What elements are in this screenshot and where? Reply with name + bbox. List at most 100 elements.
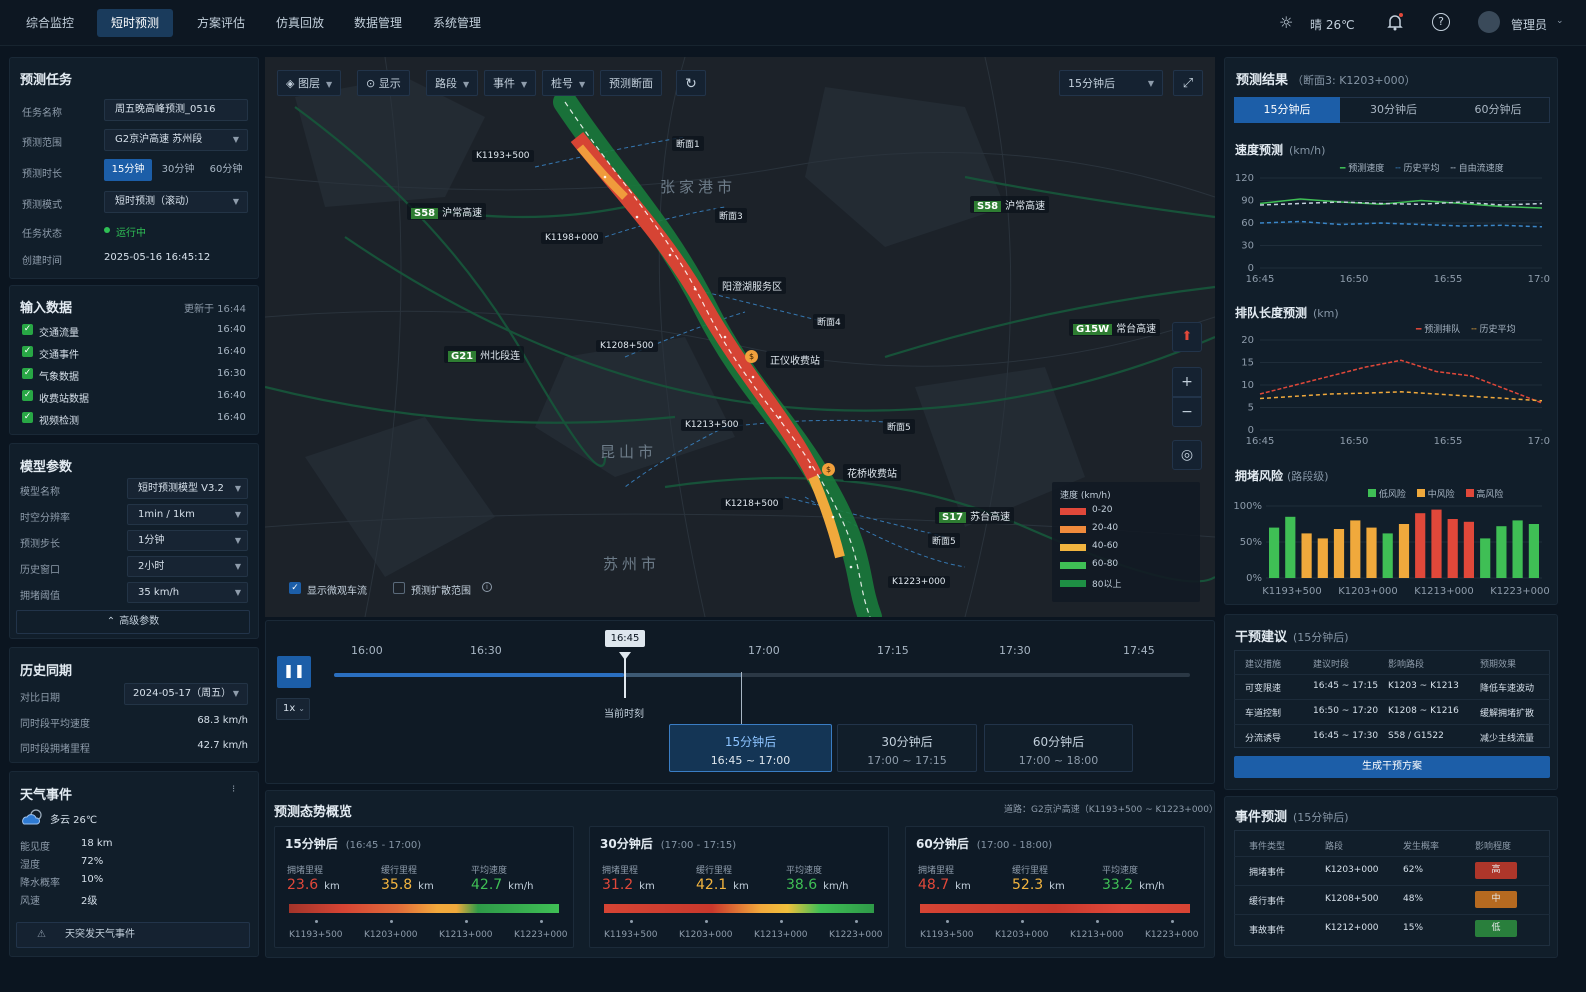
weather-label: 能见度 <box>20 842 50 853</box>
axis-label: K1213+000 <box>1070 930 1124 940</box>
event-type: 缓行事件 <box>1249 897 1286 907</box>
metric-label: 拥堵里程 <box>602 866 639 876</box>
overview-road: 道路：G2京沪高速（K1193+500 ~ K1223+000） <box>1004 805 1219 815</box>
overview-card[interactable]: 60分钟后 (17:00 - 18:00) 拥堵里程 48.7 km 缓行里程 52.3 km… <box>905 826 1205 948</box>
tick-label: 17:00 <box>748 644 780 657</box>
overview-card[interactable]: 30分钟后 (17:00 - 17:15) 拥堵里程 31.2 km 缓行里程 42.1 km… <box>589 826 889 948</box>
input-item-label: 收费站数据 <box>39 394 89 405</box>
bell-icon[interactable] <box>1385 12 1405 32</box>
chevron-down-icon[interactable]: ⌄ <box>1556 16 1564 26</box>
advice-cell: K1208 ~ K1216 <box>1388 706 1459 716</box>
nav-item-data[interactable]: 数据管理 <box>340 9 416 37</box>
poi-label: 花桥收费站 <box>843 464 901 481</box>
model-param-select[interactable]: 短时预测模型 V3.2 ▼ <box>127 478 248 499</box>
x-tick-label: K1223+000 <box>1490 586 1549 597</box>
advice-cell: 车道控制 <box>1245 709 1282 719</box>
history-title: 历史同期 <box>20 664 73 679</box>
history-date-select[interactable]: 2024-05-17（周五） ▼ <box>124 683 248 705</box>
y-tick-label: 30 <box>1241 241 1254 252</box>
model-param-label: 拥堵阈值 <box>20 591 60 602</box>
zoom-out-button[interactable]: − <box>1172 397 1202 427</box>
weather-text: 晴 26℃ <box>1310 18 1355 32</box>
nav-item-overview[interactable]: 综合监控 <box>12 9 88 37</box>
metric-label: 缓行里程 <box>381 866 418 876</box>
task-range-select[interactable]: G2京沪高速 苏州段 ▼ <box>104 129 248 151</box>
nav-item-system[interactable]: 系统管理 <box>419 9 495 37</box>
refresh-icon[interactable]: ↻ <box>676 70 706 96</box>
overview-card[interactable]: 15分钟后 (16:45 - 17:00) 拥堵里程 23.6 km 缓行里程 35.8 km… <box>274 826 574 948</box>
window-15[interactable]: 15分钟后 16:45 ~ 17:00 <box>669 724 832 772</box>
duration-30[interactable]: 30分钟 <box>154 159 202 181</box>
display-button[interactable]: ⊙ 显示 <box>357 70 410 96</box>
result-tab-30[interactable]: 30分钟后 <box>1341 97 1446 123</box>
avatar[interactable] <box>1478 11 1500 33</box>
chevron-down-icon: ▼ <box>234 562 241 571</box>
model-param-label: 历史窗口 <box>20 565 60 576</box>
legend-label: 20-40 <box>1092 523 1119 533</box>
horizon-select[interactable]: 15分钟后 ▼ <box>1059 70 1163 96</box>
locate-icon[interactable]: ◎ <box>1172 440 1202 470</box>
playhead-knob[interactable] <box>619 652 631 660</box>
road-condition-bar <box>289 904 559 913</box>
user-name[interactable]: 管理员 <box>1511 16 1547 33</box>
model-param-select[interactable]: 1分钟 ▼ <box>127 530 248 551</box>
duration-60[interactable]: 60分钟 <box>202 159 250 181</box>
metric-value: 42.7 km/h <box>471 877 534 893</box>
pause-button[interactable]: ❚❚ <box>277 656 311 688</box>
road-filter[interactable]: 路段 ▼ <box>426 70 479 96</box>
input-checkbox[interactable]: ✓ <box>22 324 33 335</box>
tick-label: 16:00 <box>351 644 383 657</box>
speed-legend: 速度 (km/h) 0-20 20-40 40-60 60-80 80以上 <box>1052 482 1200 602</box>
legend-swatch <box>1060 562 1086 569</box>
risk-bar <box>1333 529 1345 578</box>
generate-plan-button[interactable]: 生成干预方案 <box>1234 756 1550 778</box>
layers-button[interactable]: ◈ 图层 ▼ <box>277 70 342 96</box>
stake-filter[interactable]: 桩号 ▼ <box>542 70 595 96</box>
input-checkbox[interactable]: ✓ <box>22 390 33 401</box>
nav-item-plan[interactable]: 方案评估 <box>183 9 259 37</box>
stake-label: K1218+500 <box>721 498 783 510</box>
task-status-label: 任务状态 <box>22 229 62 240</box>
weather-value: 10% <box>81 874 104 885</box>
task-mode-select[interactable]: 短时预测（滚动） ▼ <box>104 191 248 213</box>
spread-checkbox[interactable] <box>393 582 405 594</box>
speed-select[interactable]: 1x ⌄ <box>276 698 310 720</box>
window-60[interactable]: 60分钟后 17:00 ~ 18:00 <box>984 724 1133 772</box>
nav-item-replay[interactable]: 仿真回放 <box>262 9 338 37</box>
fullscreen-icon[interactable]: ⤢ <box>1173 70 1203 96</box>
weather-event-button[interactable]: ⚠ 天突发天气事件 <box>16 922 250 948</box>
help-icon[interactable]: ? <box>1432 13 1450 31</box>
duration-15[interactable]: 15分钟 <box>104 159 152 181</box>
input-checkbox[interactable]: ✓ <box>22 412 33 423</box>
result-tab-15[interactable]: 15分钟后 <box>1234 97 1340 123</box>
current-time-badge: 16:45 <box>605 630 645 647</box>
input-checkbox[interactable]: ✓ <box>22 346 33 357</box>
compass-icon[interactable]: ⬆ <box>1172 322 1202 352</box>
advanced-params-button[interactable]: ⌃ 高级参数 <box>16 610 250 634</box>
weather-label: 湿度 <box>20 860 40 871</box>
result-tab-60[interactable]: 60分钟后 <box>1446 97 1550 123</box>
x-tick-label: K1213+000 <box>1414 586 1473 597</box>
window-30[interactable]: 30分钟后 17:00 ~ 17:15 <box>837 724 977 772</box>
legend-label: 40-60 <box>1092 541 1119 551</box>
task-name-label: 任务名称 <box>22 108 62 119</box>
event-filter[interactable]: 事件 ▼ <box>484 70 537 96</box>
model-param-select[interactable]: 35 km/h ▼ <box>127 582 248 603</box>
sun-icon: ☼ <box>1279 13 1294 32</box>
info-icon[interactable]: i <box>482 582 492 592</box>
series-line <box>1259 220 1543 228</box>
task-name-field[interactable]: 周五晚高峰预测_0516 <box>104 99 248 121</box>
more-icon[interactable]: ⁝ <box>232 784 235 795</box>
row-divider <box>1234 885 1550 886</box>
legend-swatch <box>1060 544 1086 551</box>
model-param-select[interactable]: 1min / 1km ▼ <box>127 504 248 525</box>
axis-label: K1213+000 <box>754 930 808 940</box>
nav-item-forecast[interactable]: 短时预测 <box>97 9 174 37</box>
model-param-select[interactable]: 2小时 ▼ <box>127 556 248 577</box>
micro-flow-checkbox[interactable]: ✓ <box>289 582 301 594</box>
axis-tick <box>540 920 543 923</box>
section-button[interactable]: 预测断面 <box>600 70 662 96</box>
chevron-down-icon: ▼ <box>234 588 241 597</box>
input-checkbox[interactable]: ✓ <box>22 368 33 379</box>
zoom-in-button[interactable]: + <box>1172 367 1202 397</box>
